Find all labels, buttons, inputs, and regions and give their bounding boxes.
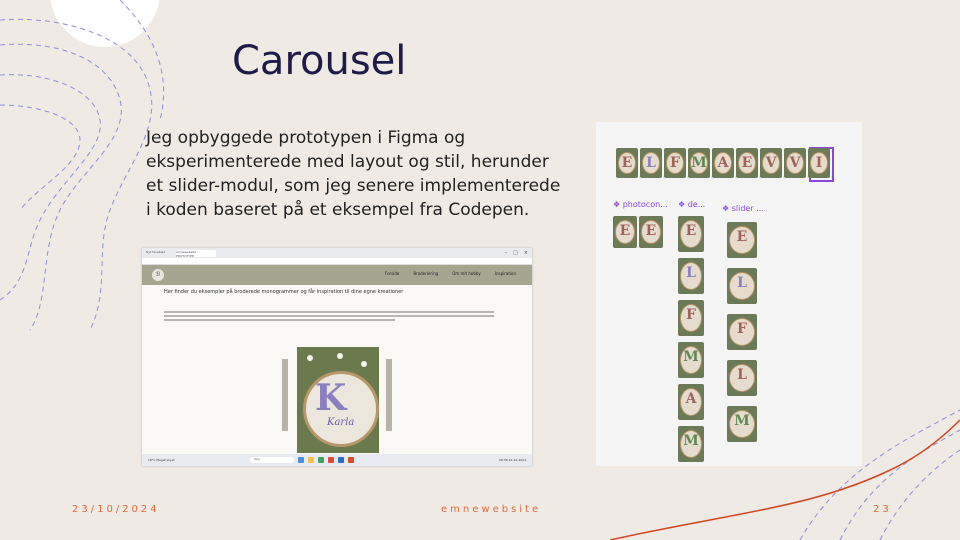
figma-thumbnail[interactable]: F	[727, 314, 757, 350]
site-nav-links: Forside Broderiering Om mit hobby Inspir…	[385, 271, 516, 276]
taskbar: 18°C Meget skyet Søg 09:36 24-10-2024	[142, 454, 532, 466]
site-paragraph	[164, 311, 494, 323]
nav-link[interactable]: Forside	[385, 271, 399, 276]
browser-tab-bar: Nyt faneblad emnewebsite - PROTOTYPE – □…	[142, 248, 532, 258]
slider-name: Karla	[327, 417, 355, 428]
decorative-circle	[50, 0, 160, 47]
site-headline: Her finder du eksempler på broderede mon…	[164, 289, 404, 295]
frame-label[interactable]: ❖ de...	[678, 200, 705, 209]
figma-thumbnail[interactable]: F	[678, 300, 704, 336]
figma-thumbnail[interactable]: M	[678, 342, 704, 378]
page-number: 23	[873, 504, 892, 515]
figma-thumbnail[interactable]: L	[727, 360, 757, 396]
figma-thumbnail[interactable]: E	[678, 216, 704, 252]
figma-thumbnail[interactable]: F	[664, 148, 686, 178]
figma-thumbnail[interactable]: L	[727, 268, 757, 304]
taskbar-app-icon[interactable]	[338, 457, 344, 463]
figma-thumbnail[interactable]: I	[808, 148, 830, 178]
browser-tab-active[interactable]: emnewebsite - PROTOTYPE	[176, 249, 216, 258]
figma-thumbnail[interactable]: L	[678, 258, 704, 294]
nav-link[interactable]: Om mit hobby	[452, 271, 481, 276]
figma-thumbnail[interactable]: E	[613, 216, 637, 248]
slide-title: Carousel	[232, 38, 407, 84]
footer-date: 23/10/2024	[72, 504, 160, 515]
maximize-icon[interactable]: □	[513, 250, 518, 256]
weather-widget[interactable]: 18°C Meget skyet	[148, 458, 188, 462]
figma-thumbnail[interactable]: V	[784, 148, 806, 178]
site-logo[interactable]: ℬ	[152, 269, 164, 281]
slider-image: K Karla	[297, 347, 379, 453]
minimize-icon[interactable]: –	[505, 250, 508, 256]
slide-body-text: Jeg opbyggede prototypen i Figma og eksp…	[146, 128, 561, 220]
footer-center: emnewebsite	[441, 504, 542, 515]
nav-link[interactable]: Inspiration	[495, 271, 516, 276]
figma-thumbnail[interactable]: E	[727, 222, 757, 258]
frame-label[interactable]: ❖ slider ...	[722, 204, 764, 213]
window-controls: – □ ×	[505, 250, 532, 256]
figma-thumbnail[interactable]: E	[639, 216, 663, 248]
nav-link[interactable]: Broderiering	[413, 271, 438, 276]
figma-thumbnail[interactable]: A	[712, 148, 734, 178]
browser-screenshot: Nyt faneblad emnewebsite - PROTOTYPE – □…	[142, 248, 532, 466]
figma-thumbnail[interactable]: A	[678, 384, 704, 420]
figma-panel: ❖ photocon... ❖ de... ❖ slider ... ELFMA…	[596, 122, 862, 466]
close-icon[interactable]: ×	[524, 250, 528, 256]
figma-thumbnail[interactable]: V	[760, 148, 782, 178]
taskbar-app-icon[interactable]	[318, 457, 324, 463]
taskbar-app-icon[interactable]	[298, 457, 304, 463]
slider-prev-slide[interactable]	[282, 359, 288, 431]
figma-thumbnail[interactable]: M	[688, 148, 710, 178]
slider-letter: K	[315, 377, 347, 419]
slider-next-slide[interactable]	[386, 359, 392, 431]
folder-icon[interactable]	[308, 457, 314, 463]
figma-thumbnail[interactable]: M	[727, 406, 757, 442]
taskbar-clock: 09:36 24-10-2024	[498, 458, 526, 462]
taskbar-search[interactable]: Søg	[250, 457, 294, 463]
figma-thumbnail[interactable]: E	[616, 148, 638, 178]
frame-label[interactable]: ❖ photocon...	[613, 200, 668, 209]
browser-tab[interactable]: Nyt faneblad	[146, 250, 172, 257]
taskbar-app-icon[interactable]	[348, 457, 354, 463]
site-nav: ℬ Forside Broderiering Om mit hobby Insp…	[142, 265, 532, 285]
address-bar[interactable]	[142, 258, 532, 265]
figma-thumbnail[interactable]: L	[640, 148, 662, 178]
figma-thumbnail[interactable]: M	[678, 426, 704, 462]
slide: Carousel Jeg opbyggede prototypen i Figm…	[0, 0, 960, 540]
site-body: Her finder du eksempler på broderede mon…	[142, 285, 532, 457]
taskbar-app-icon[interactable]	[328, 457, 334, 463]
figma-thumbnail[interactable]: E	[736, 148, 758, 178]
